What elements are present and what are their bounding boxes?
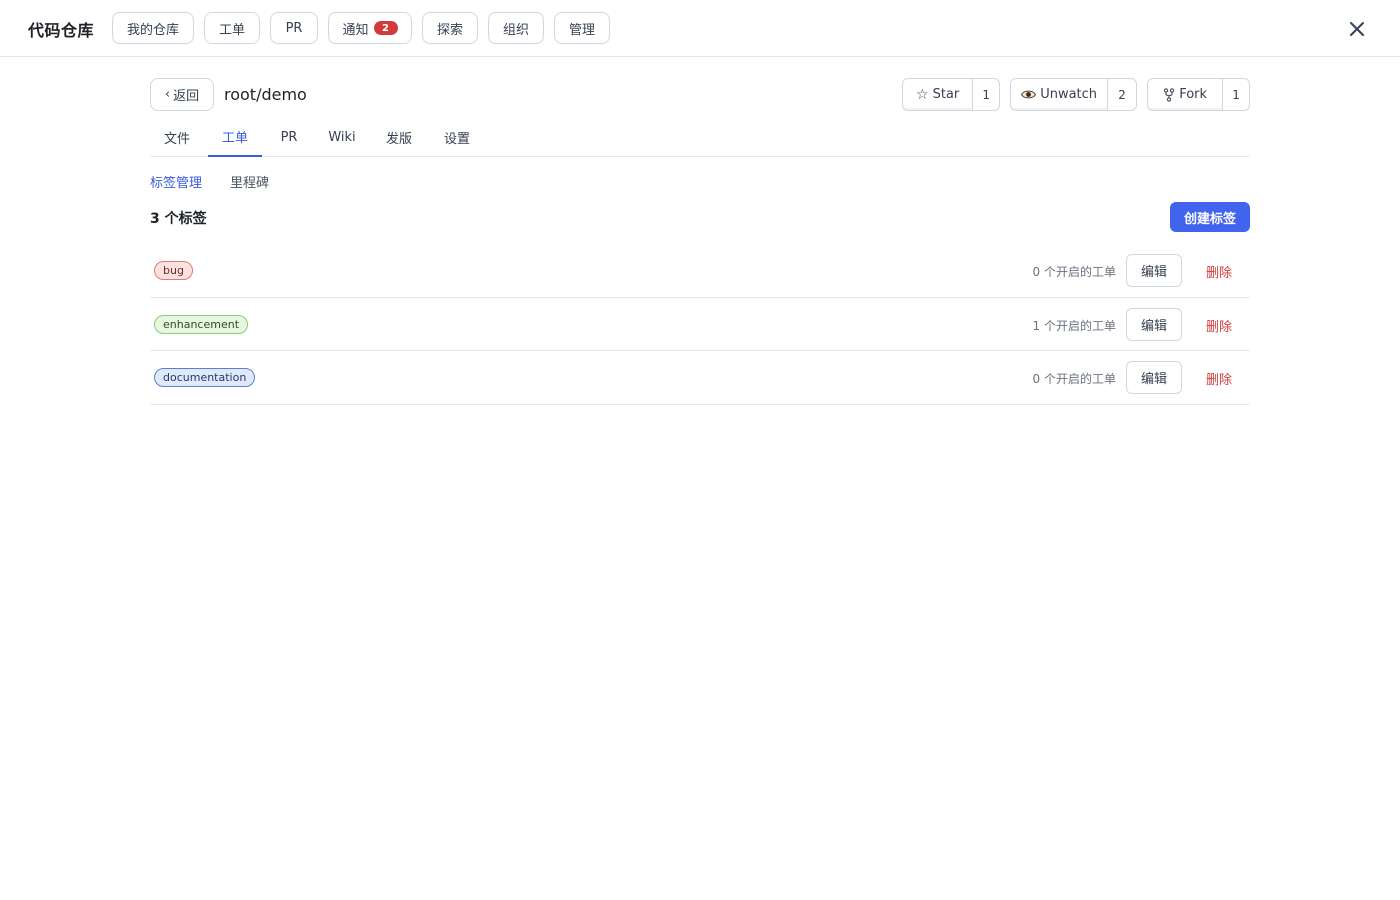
- nav-admin-button[interactable]: 管理: [554, 12, 610, 44]
- label-list: bug 0 个开启的工单 编辑 删除 enhancement 1 个开启的工单 …: [150, 244, 1250, 405]
- star-count[interactable]: 1: [973, 79, 999, 110]
- tab-label: 发版: [385, 132, 412, 147]
- tab-wiki[interactable]: Wiki: [318, 118, 366, 157]
- fork-label: Fork: [1179, 87, 1208, 102]
- fork-button-group: Fork 1: [1147, 78, 1250, 111]
- tab-files[interactable]: 文件: [150, 118, 204, 157]
- nav-label: 我的仓库: [126, 22, 179, 38]
- label-pill-bug[interactable]: bug: [154, 261, 193, 280]
- label-count-title: 3 个标签: [150, 211, 207, 227]
- label-pill-enhancement[interactable]: enhancement: [154, 314, 249, 334]
- open-issue-count: 1 个开启的工单: [1032, 318, 1116, 333]
- unwatch-button[interactable]: Unwatch: [1011, 79, 1109, 110]
- tab-label: 设置: [443, 132, 470, 147]
- nav-notifications-button[interactable]: 通知 2: [328, 12, 412, 44]
- nav-organizations-button[interactable]: 组织: [488, 12, 544, 44]
- open-issue-count: 0 个开启的工单: [1032, 265, 1116, 279]
- create-label-button[interactable]: 创建标签: [1170, 202, 1250, 232]
- delete-label-button[interactable]: 删除: [1206, 262, 1232, 281]
- nav-label: 管理: [568, 22, 595, 38]
- nav-label: 组织: [502, 22, 529, 38]
- delete-label-button[interactable]: 删除: [1206, 316, 1232, 335]
- tab-label: PR: [280, 130, 298, 145]
- tab-label: 工单: [221, 131, 248, 146]
- tab-settings[interactable]: 设置: [430, 118, 484, 157]
- tab-label: 文件: [163, 132, 190, 147]
- tab-label: Wiki: [328, 130, 356, 145]
- nav-explore-button[interactable]: 探索: [422, 12, 478, 44]
- edit-label-button[interactable]: 编辑: [1126, 307, 1182, 341]
- label-row: bug 0 个开启的工单 编辑 删除: [150, 244, 1250, 298]
- edit-label-button[interactable]: 编辑: [1126, 361, 1182, 394]
- fork-icon: [1164, 87, 1175, 102]
- app-title: 代码仓库: [28, 21, 95, 40]
- repo-name: root/demo: [224, 85, 307, 104]
- label-row: enhancement 1 个开启的工单 编辑 删除: [150, 298, 1250, 351]
- subnav-milestones[interactable]: 里程碑: [230, 172, 269, 191]
- notification-count-badge: 2: [373, 21, 398, 35]
- nav-my-repos-button[interactable]: 我的仓库: [112, 12, 194, 44]
- nav-label: 工单: [218, 22, 245, 38]
- unwatch-label: Unwatch: [1040, 87, 1098, 102]
- nav-issues-button[interactable]: 工单: [204, 12, 260, 44]
- back-label: 返回: [173, 89, 200, 104]
- nav-pr-button[interactable]: PR: [270, 12, 318, 44]
- nav-label: 通知: [342, 22, 369, 38]
- star-button-group: ☆ Star 1: [902, 78, 1000, 111]
- star-icon: ☆: [916, 86, 929, 103]
- chevron-left-icon: ‹: [164, 87, 171, 102]
- label-row: documentation 0 个开启的工单 编辑 删除: [150, 351, 1250, 405]
- label-pill-documentation[interactable]: documentation: [154, 368, 256, 387]
- watch-button-group: Unwatch 2: [1010, 78, 1137, 111]
- delete-label-button[interactable]: 删除: [1206, 369, 1232, 388]
- eye-icon: [1021, 90, 1037, 99]
- top-bar: 代码仓库 我的仓库 工单 PR 通知 2 探索 组织 管理: [0, 0, 1400, 57]
- close-button[interactable]: [1344, 16, 1370, 42]
- tab-pr[interactable]: PR: [266, 118, 312, 157]
- fork-button[interactable]: Fork: [1148, 79, 1224, 110]
- watch-count[interactable]: 2: [1108, 79, 1136, 110]
- nav-label: 探索: [436, 22, 463, 38]
- fork-count[interactable]: 1: [1223, 79, 1249, 110]
- subnav-labels[interactable]: 标签管理: [150, 172, 202, 191]
- nav-label: PR: [285, 20, 303, 36]
- repo-tabs: 文件 工单 PR Wiki 发版 设置: [150, 118, 1250, 157]
- open-issue-count: 0 个开启的工单: [1032, 372, 1116, 386]
- edit-label-button[interactable]: 编辑: [1126, 254, 1182, 287]
- back-button[interactable]: ‹ 返回: [150, 78, 214, 111]
- close-icon: [1350, 22, 1364, 36]
- tab-issues[interactable]: 工单: [208, 118, 262, 157]
- tab-releases[interactable]: 发版: [372, 118, 426, 157]
- star-label: Star: [932, 87, 960, 102]
- star-button[interactable]: ☆ Star: [903, 79, 974, 110]
